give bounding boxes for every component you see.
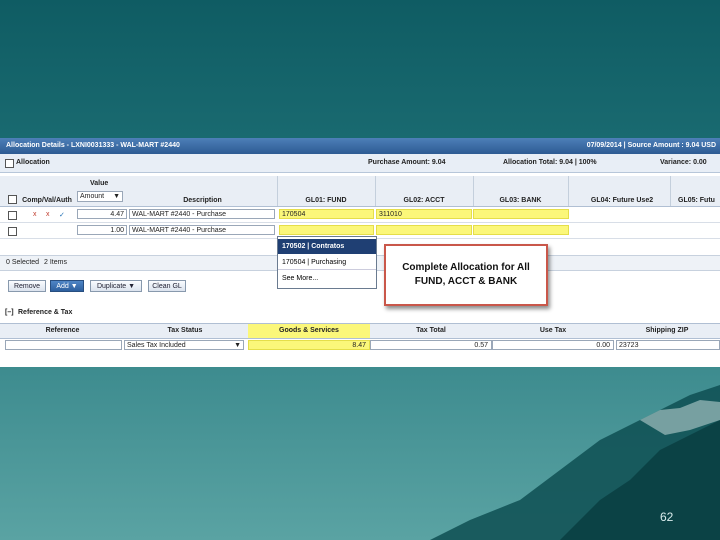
- instruction-callout: Complete Allocation for All FUND, ACCT &…: [384, 244, 548, 306]
- value-select[interactable]: Amount ▼: [77, 191, 123, 202]
- dropdown-item[interactable]: 170502 | Contratos: [278, 239, 376, 254]
- gl01-field[interactable]: [279, 225, 374, 235]
- callout-line-2: FUND, ACCT & BANK: [414, 276, 518, 287]
- select-all-checkbox[interactable]: [8, 195, 17, 204]
- window-titlebar: Allocation Details - LXNI0031333 - WAL-M…: [0, 138, 720, 154]
- col-shipping-zip: Shipping ZIP: [645, 327, 689, 334]
- auth-check-icon: ✓: [59, 212, 65, 219]
- callout-line-1: Complete Allocation for All: [402, 262, 530, 273]
- gl02-field[interactable]: 311010: [376, 209, 472, 219]
- col-tax-status: Tax Status: [167, 327, 203, 334]
- gl02-field[interactable]: [376, 225, 472, 235]
- col-comp: Comp/Val/Auth: [22, 197, 72, 204]
- row-checkbox[interactable]: [8, 211, 17, 220]
- shipping-zip-field[interactable]: 23723: [616, 340, 720, 350]
- col-gl04: GL04: Future Use2: [590, 197, 654, 204]
- add-button[interactable]: Add ▼: [50, 280, 84, 292]
- val-flag: x: [46, 211, 50, 218]
- collapse-icon[interactable]: [–]: [5, 309, 14, 316]
- reference-field[interactable]: [5, 340, 122, 350]
- reference-row: Sales Tax Included ▼ 8.47 0.57 0.00 23723: [0, 339, 720, 353]
- mountain-decoration: [430, 385, 720, 540]
- allocation-table-header: Comp/Val/Auth Value Amount ▼ Description …: [0, 176, 720, 207]
- gl03-field[interactable]: [473, 209, 569, 219]
- duplicate-button[interactable]: Duplicate ▼: [90, 280, 142, 292]
- tax-status-select[interactable]: Sales Tax Included ▼: [124, 340, 244, 350]
- goods-services-field[interactable]: 8.47: [248, 340, 370, 350]
- clean-gl-button[interactable]: Clean GL: [148, 280, 186, 292]
- row-checkbox[interactable]: [8, 227, 17, 236]
- description-field[interactable]: WAL-MART #2440 - Purchase: [129, 209, 275, 219]
- allocation-label: Allocation: [16, 159, 50, 166]
- col-gl02: GL02: ACCT: [403, 197, 445, 204]
- gl01-field[interactable]: 170504: [279, 209, 374, 219]
- col-reference: Reference: [45, 327, 80, 334]
- allocation-summary: Allocation Purchase Amount: 9.04 Allocat…: [0, 154, 720, 173]
- see-more-link[interactable]: See More...: [278, 271, 376, 286]
- chevron-down-icon: ▼: [113, 193, 120, 200]
- reference-tax-section[interactable]: [–] Reference & Tax: [0, 308, 720, 320]
- col-gl01: GL01: FUND: [305, 197, 347, 204]
- reference-table-header: Reference Tax Status Goods & Services Ta…: [0, 323, 720, 339]
- reference-tax-title: Reference & Tax: [18, 309, 73, 316]
- amount-field[interactable]: 1.00: [77, 225, 127, 235]
- dropdown-item[interactable]: 170504 | Purchasing: [278, 255, 376, 270]
- remove-button[interactable]: Remove: [8, 280, 46, 292]
- comp-flag: x: [33, 211, 37, 218]
- allocation-total: Allocation Total: 9.04 | 100%: [503, 159, 597, 166]
- table-row: x x ✓ 4.47 WAL-MART #2440 - Purchase 170…: [0, 208, 720, 223]
- amount-field[interactable]: 4.47: [77, 209, 127, 219]
- gl03-field[interactable]: [473, 225, 569, 235]
- tax-total-field[interactable]: 0.57: [370, 340, 492, 350]
- description-field[interactable]: WAL-MART #2440 - Purchase: [129, 225, 275, 235]
- col-use-tax: Use Tax: [539, 327, 567, 334]
- chevron-down-icon: ▼: [234, 342, 241, 349]
- allocation-checkbox[interactable]: [5, 159, 14, 168]
- slide-number: 62: [660, 510, 674, 524]
- selected-count: 0 Selected: [6, 259, 40, 266]
- col-description: Description: [183, 197, 222, 204]
- item-count: 2 Items: [44, 259, 67, 266]
- window-info: 07/09/2014 | Source Amount : 9.04 USD: [586, 142, 716, 149]
- variance: Variance: 0.00: [660, 159, 707, 166]
- col-tax-total: Tax Total: [416, 327, 446, 334]
- col-value: Value: [90, 180, 109, 187]
- col-gl05: GL05: Futu: [678, 197, 715, 204]
- window-title: Allocation Details - LXNI0031333 - WAL-M…: [6, 142, 180, 149]
- col-goods-services: Goods & Services: [279, 327, 339, 334]
- gl01-dropdown: 170502 | Contratos 170504 | Purchasing S…: [277, 236, 377, 289]
- col-gl03: GL03: BANK: [499, 197, 542, 204]
- purchase-amount: Purchase Amount: 9.04: [368, 159, 446, 166]
- use-tax-field[interactable]: 0.00: [492, 340, 614, 350]
